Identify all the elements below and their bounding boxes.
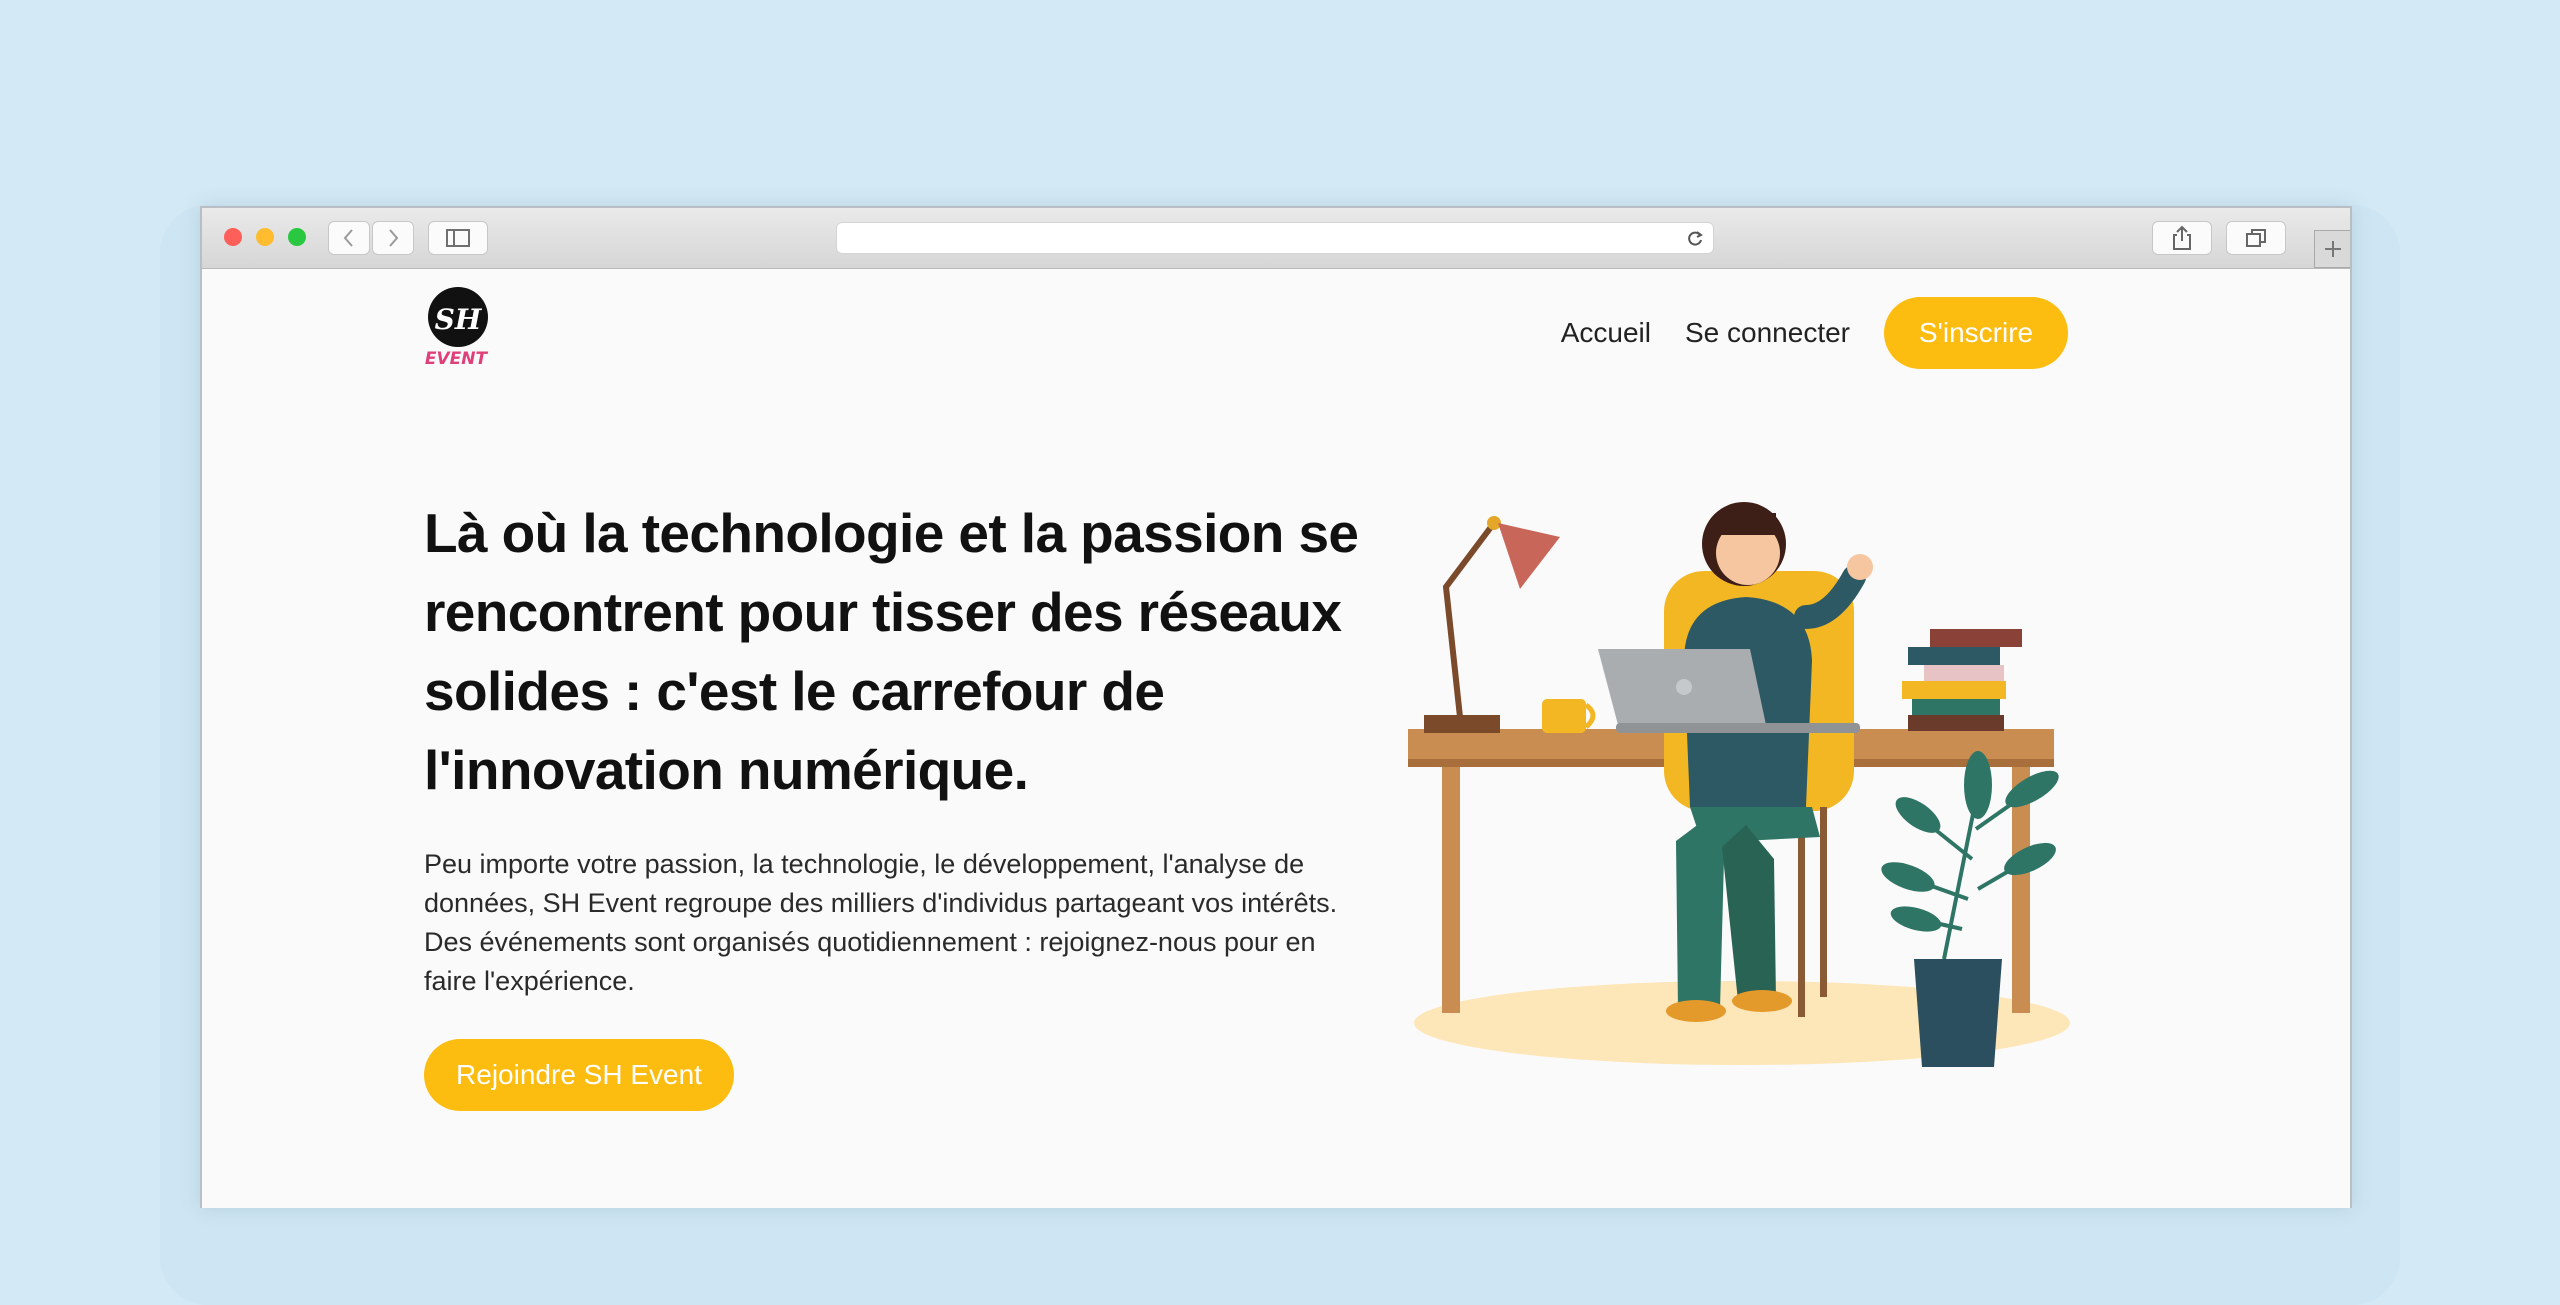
- maximize-window-button[interactable]: [288, 228, 306, 246]
- chevron-right-icon: [389, 229, 399, 247]
- browser-window: SH EVENT Accueil Se connecter S'inscrire…: [200, 206, 2352, 1208]
- web-page: SH EVENT Accueil Se connecter S'inscrire…: [202, 269, 2350, 1208]
- hero-title: Là où la technologie et la passion se re…: [424, 502, 1359, 801]
- join-button[interactable]: Rejoindre SH Event: [424, 1039, 734, 1111]
- nav-login-link[interactable]: Se connecter: [1685, 317, 1850, 349]
- hero-description: Peu importe votre passion, la technologi…: [424, 849, 1338, 996]
- hero-illustration: [1408, 502, 2070, 1067]
- tabs-button[interactable]: [2226, 221, 2286, 255]
- plus-icon: [2325, 241, 2341, 257]
- new-tab-button[interactable]: [2314, 230, 2350, 268]
- close-window-button[interactable]: [224, 228, 242, 246]
- top-navigation: Accueil Se connecter S'inscrire: [1561, 297, 2068, 369]
- share-button[interactable]: [2152, 221, 2212, 255]
- nav-home-link[interactable]: Accueil: [1561, 317, 1651, 349]
- reload-icon[interactable]: [1685, 229, 1705, 249]
- browser-toolbar: [202, 208, 2350, 269]
- sidebar-button[interactable]: [428, 221, 488, 255]
- tabs-icon: [2246, 229, 2266, 247]
- logo-word: EVENT: [425, 349, 489, 367]
- logo[interactable]: SH EVENT: [424, 287, 496, 369]
- logo-mark: SH: [435, 303, 483, 336]
- sidebar-icon: [446, 229, 470, 247]
- chevron-left-icon: [343, 229, 353, 247]
- address-bar[interactable]: [836, 222, 1714, 254]
- signup-button[interactable]: S'inscrire: [1884, 297, 2068, 369]
- back-button[interactable]: [328, 221, 370, 255]
- share-icon: [2173, 225, 2191, 250]
- forward-button[interactable]: [372, 221, 414, 255]
- minimize-window-button[interactable]: [256, 228, 274, 246]
